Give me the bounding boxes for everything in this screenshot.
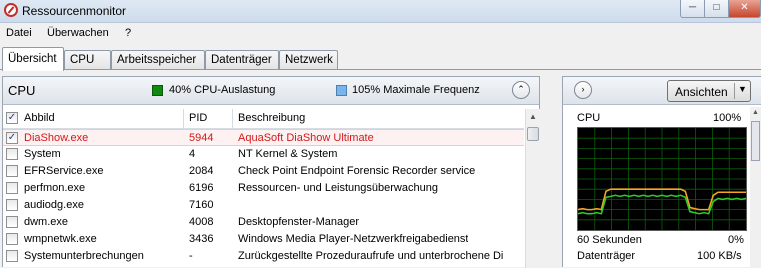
disk-graph-label: Datenträger xyxy=(577,250,636,262)
cpu-usage-graph xyxy=(577,127,747,231)
process-description: Windows Media Player-Netzwerkfreigabedie… xyxy=(238,233,469,245)
table-row[interactable]: wmpnetwk.exe 3436 Windows Media Player-N… xyxy=(3,231,524,248)
column-header-description[interactable]: Beschreibung xyxy=(238,112,305,124)
process-description: AquaSoft DiaShow Ultimate xyxy=(238,132,374,144)
table-row[interactable]: Systemunterbrechungen - Zurückgestellte … xyxy=(3,248,524,265)
table-row[interactable]: audiodg.exe 7160 xyxy=(3,197,524,214)
cpu-graph-label: CPU xyxy=(577,112,601,124)
graph-timespan-label: 60 Sekunden xyxy=(577,234,642,246)
max-frequency-text: 105% Maximale Frequenz xyxy=(352,84,480,96)
tab-cpu[interactable]: CPU xyxy=(64,50,111,70)
maximize-button[interactable]: □ xyxy=(704,0,729,18)
process-pid: 4 xyxy=(189,148,196,160)
cpu-usage-text: 40% CPU-Auslastung xyxy=(169,84,276,96)
process-pid: - xyxy=(189,250,193,262)
table-row[interactable]: perfmon.exe 6196 Ressourcen- und Leistun… xyxy=(3,180,524,197)
graph-panel: › Ansichten ▼ CPU 100% 60 Sekunden 0% Da… xyxy=(562,76,761,268)
process-name: dwm.exe xyxy=(24,216,69,228)
process-name: DiaShow.exe xyxy=(24,132,89,144)
tab-overview[interactable]: Übersicht xyxy=(2,47,64,71)
tab-memory[interactable]: Arbeitsspeicher xyxy=(111,50,205,70)
select-all-checkbox[interactable]: ✓ xyxy=(6,112,18,124)
table-row[interactable]: ✓ DiaShow.exe 5944 AquaSoft DiaShow Ulti… xyxy=(3,129,524,146)
process-pid: 4008 xyxy=(189,216,214,228)
graph-panel-header: › Ansichten ▼ xyxy=(563,77,761,105)
table-header: ✓ Abbild PID Beschreibung xyxy=(3,109,524,129)
cpu-panel: CPU 40% CPU-Auslastung 105% Maximale Fre… xyxy=(2,76,540,268)
cpu-graph-min: 0% xyxy=(728,234,744,246)
process-description: Desktopfenster-Manager xyxy=(238,216,360,228)
column-header-pid[interactable]: PID xyxy=(189,112,207,124)
tab-network[interactable]: Netzwerk xyxy=(279,50,338,70)
row-checkbox[interactable] xyxy=(6,199,18,211)
process-name: System xyxy=(24,148,61,160)
collapse-chevron-right-icon[interactable]: › xyxy=(574,81,592,99)
window-title: Ressourcenmonitor xyxy=(22,4,127,18)
process-description: Ressourcen- und Leistungsüberwachung xyxy=(238,182,438,194)
scroll-up-arrow-icon[interactable]: ▲ xyxy=(750,109,761,116)
process-description: NT Kernel & System xyxy=(238,148,338,160)
process-name: EFRService.exe xyxy=(24,165,104,177)
cpu-panel-title: CPU xyxy=(8,83,36,98)
menu-file[interactable]: Datei xyxy=(6,27,32,39)
chevron-down-icon: ▼ xyxy=(738,84,747,94)
menu-bar: Datei Überwachen ? xyxy=(0,24,761,42)
process-description: Check Point Endpoint Forensic Recorder s… xyxy=(238,165,476,177)
column-separator[interactable] xyxy=(232,109,233,128)
views-label: Ansichten xyxy=(675,85,728,99)
dropdown-separator xyxy=(734,83,735,99)
tab-divider xyxy=(0,69,761,70)
close-button[interactable]: ✕ xyxy=(728,0,761,18)
cpu-panel-header[interactable]: CPU 40% CPU-Auslastung 105% Maximale Fre… xyxy=(3,77,539,105)
app-icon xyxy=(4,3,18,17)
column-header-image[interactable]: Abbild xyxy=(24,112,55,124)
collapse-chevron-up-icon[interactable]: ⌃ xyxy=(512,81,530,99)
row-checkbox[interactable] xyxy=(6,165,18,177)
row-checkbox[interactable] xyxy=(6,216,18,228)
process-name: perfmon.exe xyxy=(24,182,86,194)
process-name: Systemunterbrechungen xyxy=(24,250,144,262)
cpu-usage-legend-icon xyxy=(152,85,163,96)
minimize-button[interactable]: ─ xyxy=(680,0,705,18)
graph-panel-scrollbar[interactable]: ▲ xyxy=(750,107,761,268)
column-separator[interactable] xyxy=(183,109,184,128)
scrollbar-thumb[interactable] xyxy=(527,127,539,141)
scrollbar-thumb[interactable] xyxy=(751,121,760,161)
views-dropdown-button[interactable]: Ansichten ▼ xyxy=(667,80,751,102)
row-checkbox[interactable]: ✓ xyxy=(6,132,18,144)
cpu-graph-max: 100% xyxy=(713,112,742,124)
row-checkbox[interactable] xyxy=(6,182,18,194)
tab-strip: Übersicht CPU Arbeitsspeicher Datenträge… xyxy=(0,46,761,71)
table-row[interactable]: EFRService.exe 2084 Check Point Endpoint… xyxy=(3,163,524,180)
max-frequency-legend-icon xyxy=(336,85,347,96)
row-checkbox[interactable] xyxy=(6,233,18,245)
tab-disk[interactable]: Datenträger xyxy=(205,50,279,70)
row-checkbox[interactable] xyxy=(6,148,18,160)
process-list-scrollbar[interactable]: ▲ xyxy=(525,109,540,268)
menu-monitor[interactable]: Überwachen xyxy=(47,27,109,39)
title-bar: Ressourcenmonitor ─ □ ✕ xyxy=(0,0,761,23)
row-checkbox[interactable] xyxy=(6,250,18,262)
process-pid: 6196 xyxy=(189,182,214,194)
process-pid: 3436 xyxy=(189,233,214,245)
process-pid: 5944 xyxy=(189,132,214,144)
process-pid: 2084 xyxy=(189,165,214,177)
table-row[interactable]: dwm.exe 4008 Desktopfenster-Manager xyxy=(3,214,524,231)
scroll-up-arrow-icon[interactable]: ▲ xyxy=(527,110,539,124)
disk-graph-max: 100 KB/s xyxy=(697,250,742,262)
process-name: audiodg.exe xyxy=(24,199,84,211)
table-row[interactable]: System 4 NT Kernel & System xyxy=(3,146,524,163)
menu-help[interactable]: ? xyxy=(125,27,131,39)
process-name: wmpnetwk.exe xyxy=(24,233,97,245)
process-description: Zurückgestellte Prozeduraufrufe und unte… xyxy=(238,250,504,262)
process-pid: 7160 xyxy=(189,199,214,211)
